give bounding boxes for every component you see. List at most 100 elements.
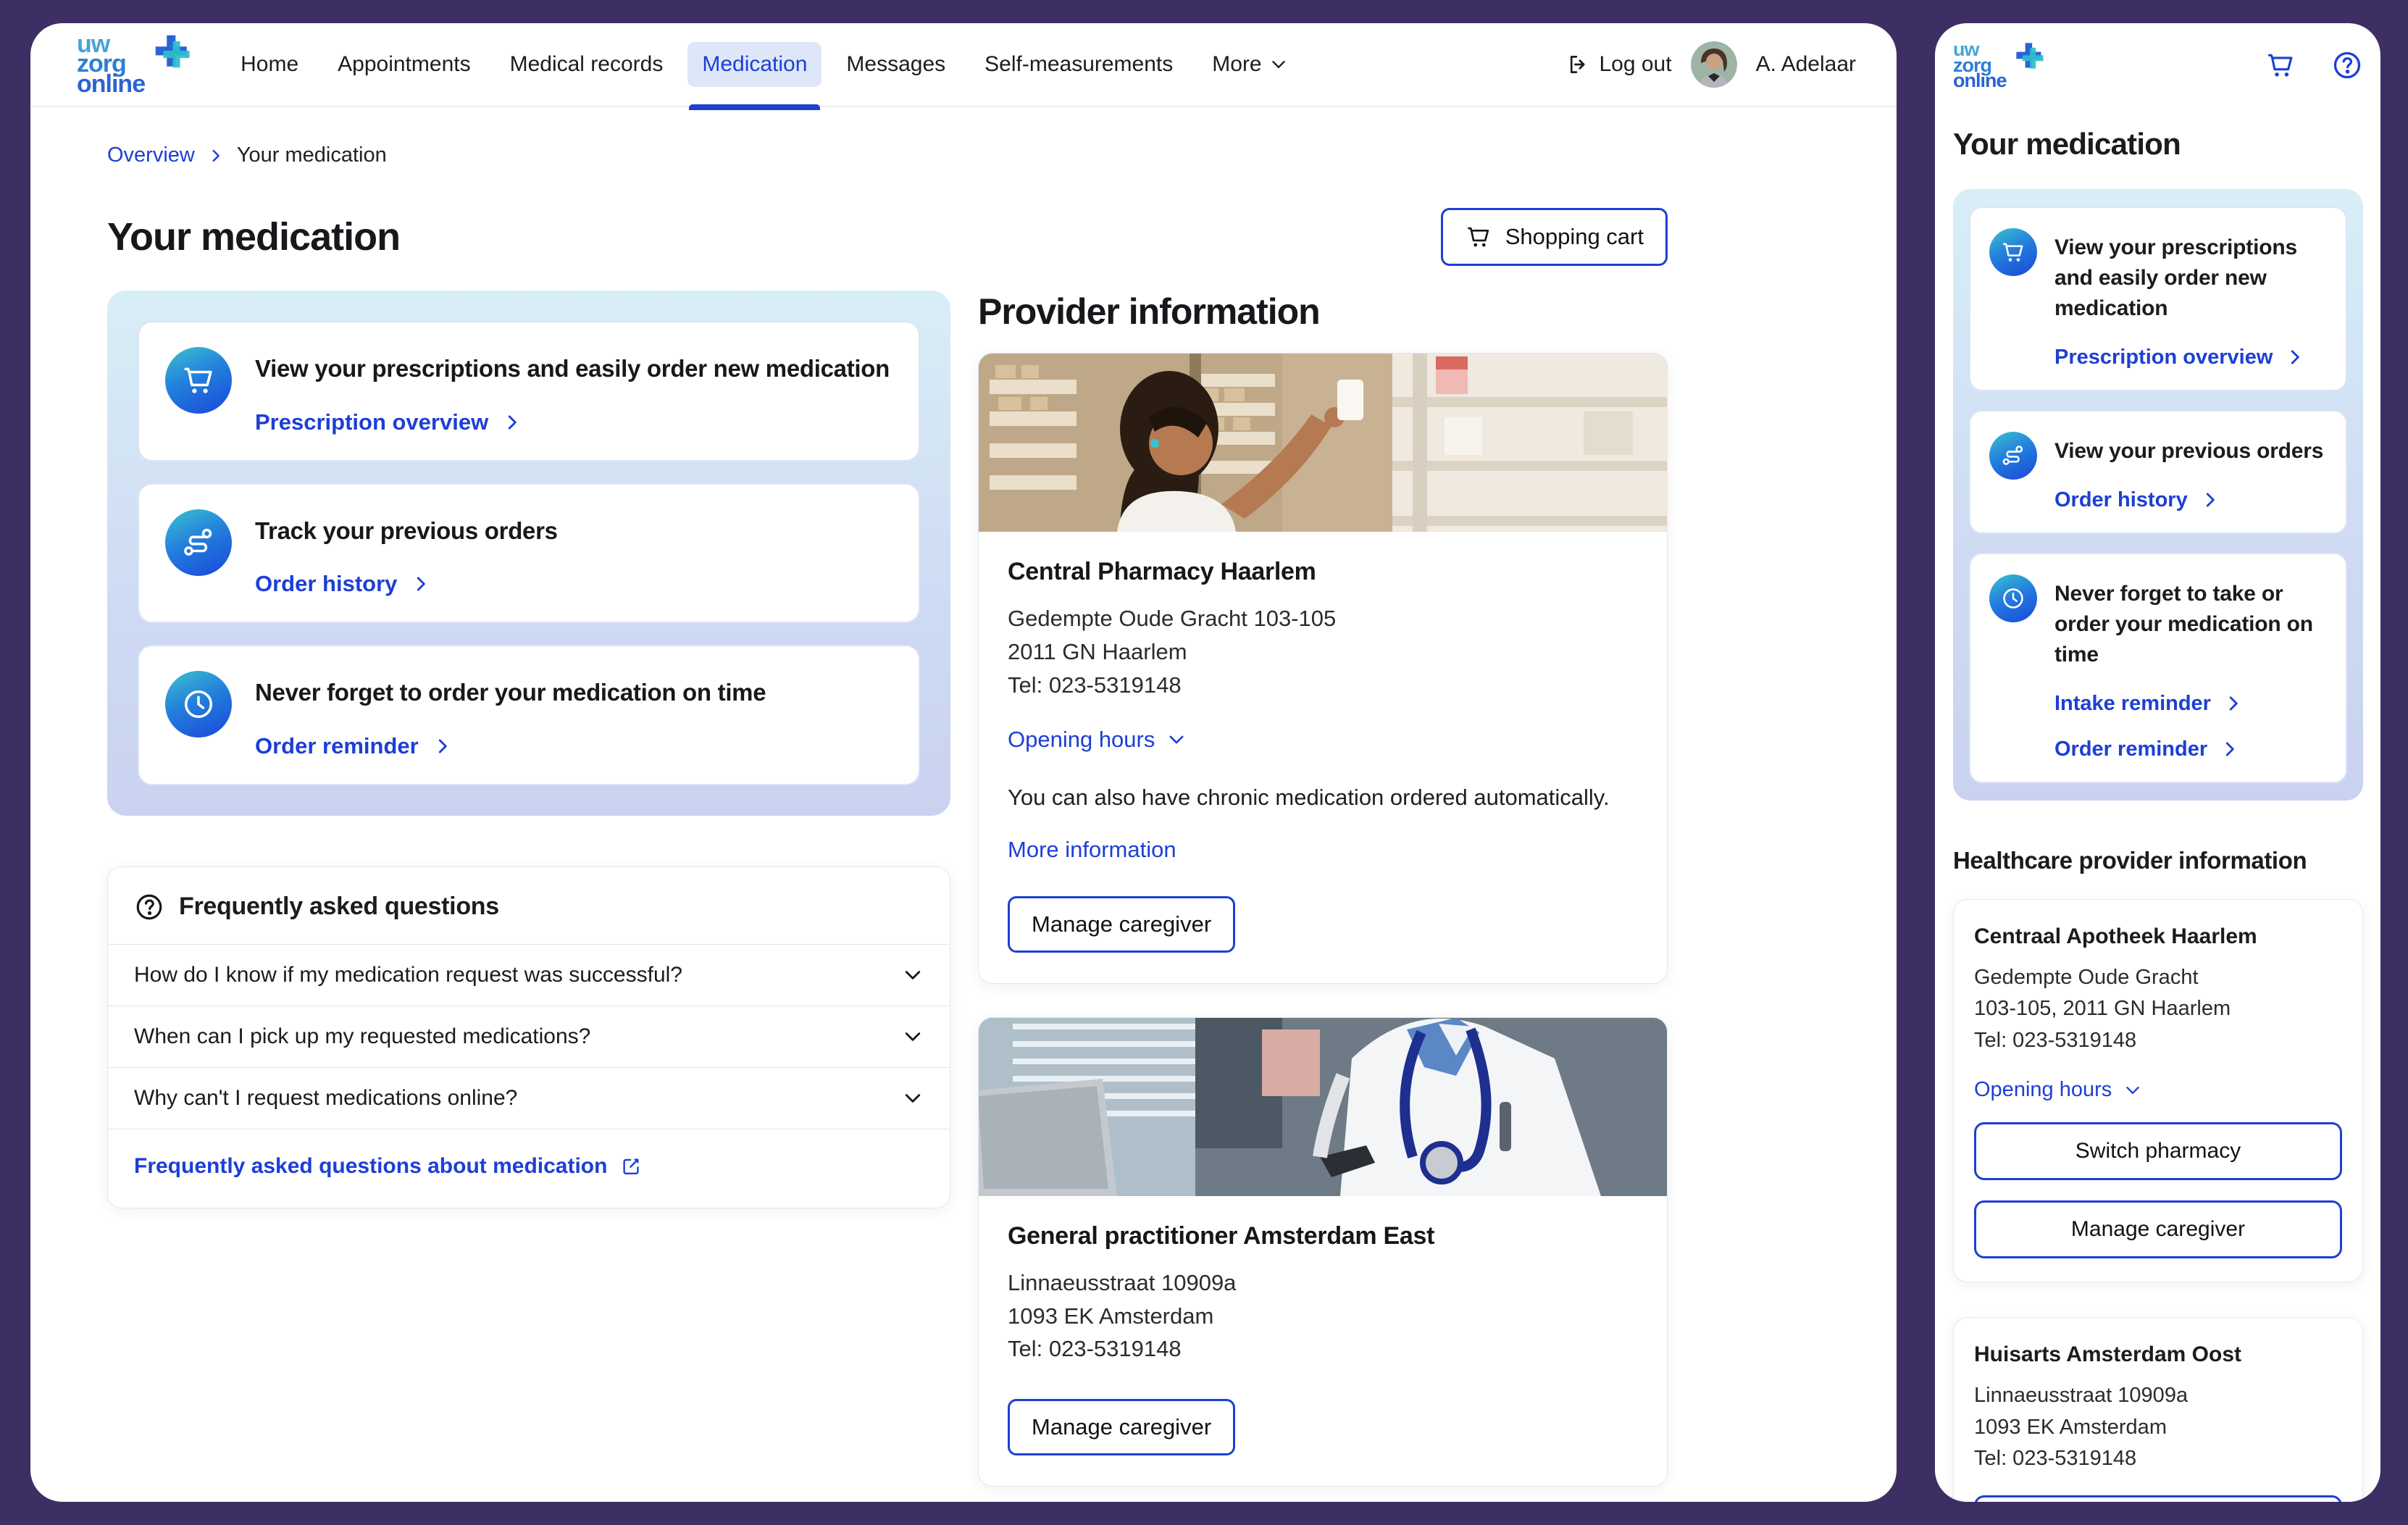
medication-actions-panel: View your prescriptions and easily order… xyxy=(107,291,950,816)
switch-pharmacy-button[interactable]: Switch pharmacy xyxy=(1974,1122,2342,1180)
intake-reminder-link[interactable]: Intake reminder xyxy=(2054,692,2243,716)
order-history-link[interactable]: Order history xyxy=(255,571,430,597)
gp-address-line2: 1093 EK Amsterdam xyxy=(1008,1300,1638,1333)
chevron-right-icon xyxy=(433,737,452,756)
logout-icon xyxy=(1565,52,1590,77)
gp-card: Huisarts Amsterdam Oost Linnaeusstraat 1… xyxy=(1953,1317,2363,1502)
brand-cross-icon xyxy=(151,30,193,72)
route-icon-badge xyxy=(1989,432,2037,480)
orders-card: View your previous orders Order history xyxy=(1969,410,2347,534)
mobile-actions-panel: View your prescriptions and easily order… xyxy=(1953,189,2363,801)
question-circle-icon xyxy=(134,892,164,922)
opening-hours-toggle[interactable]: Opening hours xyxy=(1008,727,1187,753)
order-history-link[interactable]: Order history xyxy=(2054,488,2220,512)
link-label: Prescription overview xyxy=(2054,346,2273,369)
nav-more-label: More xyxy=(1212,52,1261,77)
shopping-cart-button[interactable]: Shopping cart xyxy=(1441,208,1668,266)
more-information-label: More information xyxy=(1008,837,1176,863)
gp-name: Huisarts Amsterdam Oost xyxy=(1974,1342,2342,1367)
card-title: View your prescriptions and easily order… xyxy=(255,353,890,385)
gp-name: General practitioner Amsterdam East xyxy=(1008,1222,1638,1250)
order-reminder-link[interactable]: Order reminder xyxy=(255,733,452,759)
cart-icon xyxy=(180,362,217,398)
clock-icon-badge xyxy=(1989,575,2037,622)
prescription-overview-link[interactable]: Prescription overview xyxy=(255,409,522,435)
clock-icon-badge xyxy=(165,671,232,738)
card-title: View your prescriptions and easily order… xyxy=(2054,228,2327,324)
nav-item-appointments[interactable]: Appointments xyxy=(323,42,485,87)
prescription-overview-link[interactable]: Prescription overview xyxy=(2054,346,2304,369)
route-icon xyxy=(2000,443,2026,469)
brand-logo[interactable]: uw zorg online xyxy=(77,35,198,94)
cart-icon[interactable] xyxy=(2265,49,2296,81)
pharmacy-address-line1: Gedempte Oude Gracht xyxy=(1974,962,2342,994)
external-link-icon xyxy=(620,1156,642,1177)
manage-caregiver-button[interactable]: Manage caregiver xyxy=(1974,1495,2342,1502)
nav-item-medication[interactable]: Medication xyxy=(687,42,822,87)
chevron-right-icon xyxy=(2224,694,2243,713)
mobile-provider-section-title: Healthcare provider information xyxy=(1953,847,2363,874)
cart-icon-badge xyxy=(165,347,232,414)
desktop-window: uw zorg online Home Appointments Medical… xyxy=(30,23,1897,1502)
faq-title: Frequently asked questions xyxy=(179,893,499,921)
avatar[interactable] xyxy=(1691,41,1737,88)
reminder-card: Never forget to take or order your medic… xyxy=(1969,553,2347,783)
pharmacy-card: Central Pharmacy Haarlem Gedempte Oude G… xyxy=(978,353,1668,984)
faq-header: Frequently asked questions xyxy=(108,867,950,944)
faq-question-text: When can I pick up my requested medicati… xyxy=(134,1024,590,1049)
gp-phone: Tel: 023-5319148 xyxy=(1008,1332,1638,1366)
pharmacy-phone: Tel: 023-5319148 xyxy=(1974,1025,2342,1057)
chevron-down-icon xyxy=(2123,1081,2142,1100)
chevron-right-icon xyxy=(411,575,430,593)
mobile-header: uw zorg online xyxy=(1953,42,2363,89)
nav-item-self-measurements[interactable]: Self-measurements xyxy=(970,42,1187,87)
faq-external-link[interactable]: Frequently asked questions about medicat… xyxy=(134,1154,642,1179)
nav-item-messages[interactable]: Messages xyxy=(832,42,960,87)
chevron-down-icon xyxy=(902,1026,924,1048)
faq-section: Frequently asked questions How do I know… xyxy=(107,866,950,1208)
faq-question-3[interactable]: Why can't I request medications online? xyxy=(108,1067,950,1129)
brand-logo[interactable]: uw zorg online xyxy=(1953,42,2049,89)
mobile-window: uw zorg online Your medication Vie xyxy=(1935,23,2380,1502)
faq-question-1[interactable]: How do I know if my medication request w… xyxy=(108,944,950,1006)
clock-icon xyxy=(2000,585,2026,611)
manage-caregiver-button[interactable]: Manage caregiver xyxy=(1008,896,1235,953)
pharmacy-phone: Tel: 023-5319148 xyxy=(1008,669,1638,702)
opening-hours-toggle[interactable]: Opening hours xyxy=(1974,1078,2142,1102)
provider-section-title: Provider information xyxy=(978,291,1668,333)
desktop-content: Overview Your medication Your medication… xyxy=(30,143,1897,1487)
chevron-down-icon xyxy=(1166,730,1187,750)
cart-icon xyxy=(2000,239,2026,265)
card-title: Track your previous orders xyxy=(255,515,558,547)
link-label: Order history xyxy=(255,571,397,597)
breadcrumb-overview-link[interactable]: Overview xyxy=(107,143,195,167)
more-information-link[interactable]: More information xyxy=(1008,837,1176,863)
pharmacy-address-line2: 2011 GN Haarlem xyxy=(1008,635,1638,669)
card-title: View your previous orders xyxy=(2054,432,2323,467)
order-reminder-link[interactable]: Order reminder xyxy=(2054,738,2239,761)
route-icon xyxy=(180,525,217,561)
nav-item-medical-records[interactable]: Medical records xyxy=(496,42,678,87)
chevron-right-icon xyxy=(2201,490,2220,509)
manage-caregiver-button[interactable]: Manage caregiver xyxy=(1008,1399,1235,1455)
nav-item-more[interactable]: More xyxy=(1197,42,1302,87)
breadcrumb-current: Your medication xyxy=(237,143,387,167)
link-label: Order reminder xyxy=(255,733,419,759)
logout-button[interactable]: Log out xyxy=(1565,52,1671,77)
faq-question-text: Why can't I request medications online? xyxy=(134,1086,517,1111)
left-column: View your prescriptions and easily order… xyxy=(107,291,950,1208)
user-name: A. Adelaar xyxy=(1756,52,1856,77)
chevron-right-icon xyxy=(503,413,522,432)
chronic-medication-note: You can also have chronic medication ord… xyxy=(1008,785,1638,811)
prescriptions-card: View your prescriptions and easily order… xyxy=(1969,206,2347,391)
pharmacy-name: Central Pharmacy Haarlem xyxy=(1008,558,1638,586)
faq-question-2[interactable]: When can I pick up my requested medicati… xyxy=(108,1006,950,1067)
breadcrumb: Overview Your medication xyxy=(107,143,1668,167)
help-icon[interactable] xyxy=(2331,49,2363,81)
link-label: Intake reminder xyxy=(2054,692,2211,716)
gp-card: General practitioner Amsterdam East Linn… xyxy=(978,1017,1668,1487)
avatar-image xyxy=(1691,41,1737,88)
manage-caregiver-button[interactable]: Manage caregiver xyxy=(1974,1200,2342,1258)
nav-item-home[interactable]: Home xyxy=(226,42,313,87)
orders-card: Track your previous orders Order history xyxy=(138,483,920,624)
